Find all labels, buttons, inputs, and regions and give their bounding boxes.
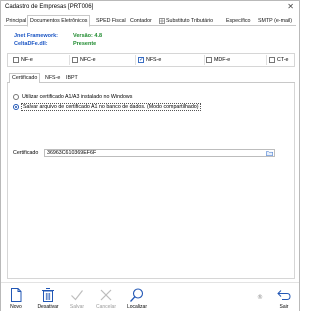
main-tabs: Principal Documentos Eletrônicos SPED Fi… — [4, 15, 296, 27]
jnet-framework-version: Versão: 4.8 — [73, 33, 103, 39]
desativar-button[interactable]: Desativar — [34, 285, 62, 311]
nfe-checkbox-box[interactable] — [13, 57, 19, 63]
nfse-checkbox-label: NFS-e — [146, 57, 162, 63]
checkbox-mdfe[interactable]: MDF-e — [206, 57, 230, 63]
checkbox-nfe[interactable]: NF-e — [13, 57, 33, 63]
radio-windows-label: Utilizar certificado A1/A3 instalado no … — [22, 94, 133, 100]
new-document-icon — [11, 288, 22, 302]
tab-smtp[interactable]: SMTP (e-mail) — [256, 16, 294, 26]
trash-icon — [42, 288, 54, 302]
certificate-panel — [7, 83, 295, 279]
checkbox-nfce[interactable]: NFC-e — [72, 57, 96, 63]
document-types-group: NF-e NFC-e NFS-e MDF-e CT-e — [7, 53, 295, 67]
divider — [266, 55, 267, 65]
sair-label: Sair — [279, 304, 289, 310]
sair-button[interactable]: Sair — [274, 285, 294, 311]
cte-checkbox-label: CT-e — [277, 57, 289, 63]
cancel-x-icon — [100, 289, 112, 301]
celtadfe-label: CeltaDFe.dll: — [14, 41, 48, 47]
certificate-field-value: 36963C610369EF6F — [47, 150, 97, 156]
radio-windows-certificate[interactable]: Utilizar certificado A1/A3 instalado no … — [13, 94, 133, 100]
checkbox-cte[interactable]: CT-e — [269, 57, 288, 63]
desativar-label: Desativar — [37, 304, 59, 310]
close-icon[interactable]: ✕ — [287, 3, 294, 11]
checkbox-nfse[interactable]: NFS-e — [138, 56, 162, 63]
radio-database-certificate[interactable]: Salvar arquivo de certificado A1 no banc… — [13, 103, 201, 111]
radio-database-button[interactable] — [13, 104, 19, 110]
salvar-label: Salvar — [69, 304, 85, 310]
cancelar-button[interactable]: Cancelar — [95, 285, 117, 311]
novo-button[interactable]: Novo — [6, 285, 26, 311]
jnet-framework-label: Jnet Framework: — [14, 33, 59, 39]
certificate-field[interactable]: 36963C610369EF6F — [44, 149, 275, 157]
tab-substituto-tributario-label: Substituto Tributário — [166, 18, 214, 24]
nfe-checkbox-label: NF-e — [21, 57, 33, 63]
tab-especifico[interactable]: Específico — [224, 16, 252, 26]
divider — [69, 55, 70, 65]
bottom-toolbar: Novo Desativar Salvar Cancelar Localizar… — [1, 282, 299, 311]
grid-icon — [159, 18, 165, 24]
exit-arrow-icon — [277, 290, 291, 300]
sub-tabs: Certificado NFS-e IBPT — [7, 73, 295, 84]
radio-database-label: Salvar arquivo de certificado A1 no banc… — [21, 103, 201, 111]
tab-sped-fiscal[interactable]: SPED Fiscal — [94, 16, 128, 26]
cte-checkbox-box[interactable] — [269, 57, 275, 63]
divider — [204, 55, 205, 65]
subtab-nfse[interactable]: NFS-e — [43, 74, 62, 83]
subtab-ibpt[interactable]: IBPT — [64, 74, 80, 83]
localizar-button[interactable]: Localizar — [124, 285, 150, 311]
search-icon — [130, 288, 144, 302]
cancelar-label: Cancelar — [95, 304, 116, 310]
nfce-checkbox-box[interactable] — [72, 57, 78, 63]
window: Cadastro de Empresas [PRT006] ✕ Principa… — [0, 0, 300, 311]
window-title: Cadastro de Empresas [PRT006] — [5, 4, 94, 10]
registered-icon: ® — [257, 294, 263, 301]
mdfe-checkbox-box[interactable] — [206, 57, 212, 63]
divider — [135, 55, 136, 65]
localizar-label: Localizar — [126, 304, 147, 310]
nfse-checkbox-box[interactable] — [138, 56, 144, 63]
folder-icon[interactable] — [266, 151, 273, 156]
nfce-checkbox-label: NFC-e — [80, 57, 96, 63]
tab-contador[interactable]: Contador — [128, 16, 154, 26]
mdfe-checkbox-label: MDF-e — [214, 57, 231, 63]
novo-label: Novo — [10, 304, 22, 310]
checkmark-icon — [71, 290, 83, 301]
tab-substituto-tributario[interactable]: Substituto Tributário — [157, 16, 215, 26]
salvar-button[interactable]: Salvar — [67, 285, 87, 311]
title-bar: Cadastro de Empresas [PRT006] ✕ — [1, 1, 299, 13]
certificate-field-label: Certificado — [13, 150, 39, 156]
tab-documentos-eletronicos[interactable]: Documentos Eletrônicos — [27, 15, 91, 27]
tab-principal[interactable]: Principal — [4, 16, 28, 26]
radio-windows-button[interactable] — [13, 94, 19, 100]
celtadfe-status: Presente — [73, 41, 97, 47]
